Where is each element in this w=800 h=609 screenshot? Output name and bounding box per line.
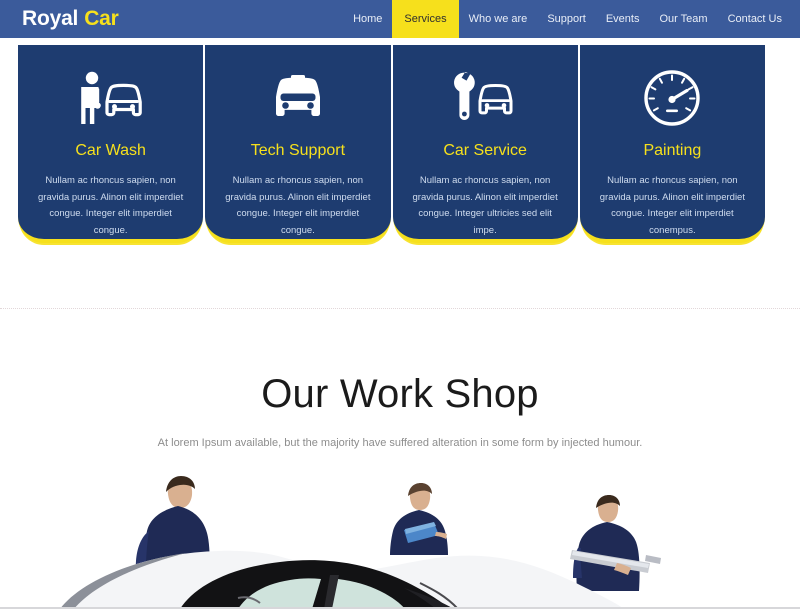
brand-name-secondary: Car (84, 7, 119, 30)
nav-item-home[interactable]: Home (343, 0, 392, 38)
nav-item-services[interactable]: Services (392, 0, 459, 38)
service-card-title: Car Wash (75, 142, 146, 159)
site-header: Royal Car Home Services Who we are Suppo… (0, 0, 800, 38)
service-card-painting[interactable]: Painting Nullam ac rhoncus sapien, non g… (579, 45, 765, 243)
workshop-photo (0, 472, 800, 609)
brand-logo[interactable]: Royal Car (0, 0, 119, 38)
nav-item-contact-us[interactable]: Contact Us (718, 0, 792, 38)
speedometer-gauge-icon (594, 67, 751, 129)
service-card-car-service[interactable]: Car Service Nullam ac rhoncus sapien, no… (392, 45, 578, 243)
service-card-car-wash[interactable]: Car Wash Nullam ac rhoncus sapien, non g… (18, 45, 204, 243)
service-card-tech-support[interactable]: Tech Support Nullam ac rhoncus sapien, n… (205, 45, 391, 243)
nav-item-who-we-are[interactable]: Who we are (459, 0, 538, 38)
nav-item-events[interactable]: Events (596, 0, 650, 38)
nav-item-our-team[interactable]: Our Team (649, 0, 717, 38)
wrench-car-icon (407, 67, 564, 129)
services-card-row: Car Wash Nullam ac rhoncus sapien, non g… (18, 45, 765, 243)
brand-name-primary: Royal (22, 7, 79, 30)
workshop-subtitle: At lorem Ipsum available, but the majori… (157, 437, 643, 449)
page-root: Royal Car Home Services Who we are Suppo… (0, 0, 800, 609)
nav-item-support[interactable]: Support (537, 0, 596, 38)
service-card-description: Nullam ac rhoncus sapien, non gravida pu… (412, 175, 558, 237)
taxi-car-front-icon (219, 67, 376, 129)
service-card-title: Car Service (443, 142, 527, 159)
workshop-heading: Our Work Shop (261, 372, 539, 416)
service-card-description: Nullam ac rhoncus sapien, non gravida pu… (225, 175, 371, 237)
service-card-description: Nullam ac rhoncus sapien, non gravida pu… (38, 175, 184, 237)
service-card-description: Nullam ac rhoncus sapien, non gravida pu… (599, 175, 745, 237)
service-card-title: Tech Support (250, 142, 346, 159)
section-divider (0, 308, 800, 309)
main-navigation: Home Services Who we are Support Events … (343, 0, 800, 38)
person-washing-car-icon (32, 67, 189, 129)
service-card-title: Painting (643, 142, 702, 159)
